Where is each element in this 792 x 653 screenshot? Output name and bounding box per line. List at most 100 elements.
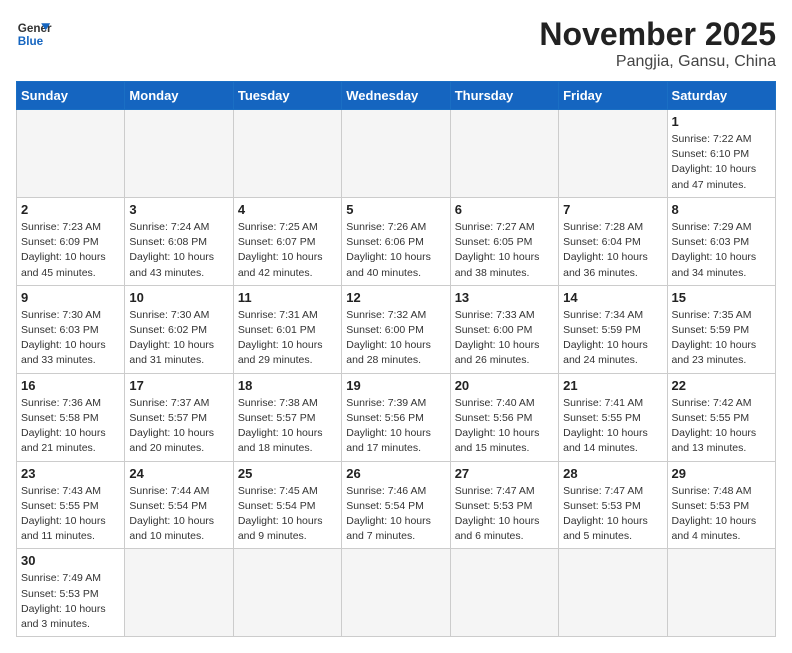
day-info: Sunrise: 7:47 AMSunset: 5:53 PMDaylight:… [563,484,662,545]
table-row: 27Sunrise: 7:47 AMSunset: 5:53 PMDayligh… [450,461,558,549]
day-number: 25 [238,466,337,481]
table-row: 12 Sunrise: 7:32 AMSunset: 6:00 PMDayligh… [342,285,450,373]
table-row: 21 Sunrise: 7:41 AMSunset: 5:55 PMDayligh… [559,373,667,461]
table-row [233,110,341,198]
day-number: 23 [21,466,120,481]
day-info: Sunrise: 7:31 AMSunset: 6:01 PMDaylight:… [238,308,337,369]
day-number: 12 [346,290,445,305]
day-number: 9 [21,290,120,305]
calendar-week-row: 2Sunrise: 7:23 AMSunset: 6:09 PMDaylight… [17,197,776,285]
calendar-week-row: 1 Sunrise: 7:22 AMSunset: 6:10 PMDaylight… [17,110,776,198]
table-row: 20Sunrise: 7:40 AMSunset: 5:56 PMDayligh… [450,373,558,461]
day-info: Sunrise: 7:48 AMSunset: 5:53 PMDaylight:… [672,484,771,545]
table-row [125,110,233,198]
table-row: 30 Sunrise: 7:49 AMSunset: 5:53 PMDayligh… [17,549,125,637]
day-number: 19 [346,378,445,393]
day-info: Sunrise: 7:33 AMSunset: 6:00 PMDaylight:… [455,308,554,369]
header-saturday: Saturday [667,82,775,110]
table-row: 14 Sunrise: 7:34 AMSunset: 5:59 PMDayligh… [559,285,667,373]
table-row: 3 Sunrise: 7:24 AMSunset: 6:08 PMDaylight… [125,197,233,285]
table-row: 25Sunrise: 7:45 AMSunset: 5:54 PMDayligh… [233,461,341,549]
table-row [233,549,341,637]
day-info: Sunrise: 7:43 AMSunset: 5:55 PMDaylight:… [21,484,120,545]
table-row: 10 Sunrise: 7:30 AMSunset: 6:02 PMDayligh… [125,285,233,373]
day-info: Sunrise: 7:44 AMSunset: 5:54 PMDaylight:… [129,484,228,545]
day-info: Sunrise: 7:38 AMSunset: 5:57 PMDaylight:… [238,396,337,457]
day-info: Sunrise: 7:29 AMSunset: 6:03 PMDaylight:… [672,220,771,281]
table-row: 4 Sunrise: 7:25 AMSunset: 6:07 PMDaylight… [233,197,341,285]
day-info: Sunrise: 7:32 AMSunset: 6:00 PMDaylight:… [346,308,445,369]
table-row: 26 Sunrise: 7:46 AMSunset: 5:54 PMDayligh… [342,461,450,549]
day-number: 18 [238,378,337,393]
day-number: 30 [21,553,120,568]
day-number: 6 [455,202,554,217]
page-subtitle: Pangjia, Gansu, China [539,53,776,71]
table-row: 11 Sunrise: 7:31 AMSunset: 6:01 PMDayligh… [233,285,341,373]
table-row: 9 Sunrise: 7:30 AMSunset: 6:03 PMDaylight… [17,285,125,373]
day-number: 3 [129,202,228,217]
day-info: Sunrise: 7:26 AMSunset: 6:06 PMDaylight:… [346,220,445,281]
table-row: 15 Sunrise: 7:35 AMSunset: 5:59 PMDayligh… [667,285,775,373]
weekday-header-row: Sunday Monday Tuesday Wednesday Thursday… [17,82,776,110]
day-info: Sunrise: 7:27 AMSunset: 6:05 PMDaylight:… [455,220,554,281]
calendar-week-row: 30 Sunrise: 7:49 AMSunset: 5:53 PMDayligh… [17,549,776,637]
day-number: 28 [563,466,662,481]
table-row: 16 Sunrise: 7:36 AMSunset: 5:58 PMDayligh… [17,373,125,461]
table-row: 2Sunrise: 7:23 AMSunset: 6:09 PMDaylight… [17,197,125,285]
day-info: Sunrise: 7:24 AMSunset: 6:08 PMDaylight:… [129,220,228,281]
table-row: 13Sunrise: 7:33 AMSunset: 6:00 PMDayligh… [450,285,558,373]
logo-icon: General Blue [16,16,52,52]
header-thursday: Thursday [450,82,558,110]
table-row: 18 Sunrise: 7:38 AMSunset: 5:57 PMDayligh… [233,373,341,461]
table-row: 7Sunrise: 7:28 AMSunset: 6:04 PMDaylight… [559,197,667,285]
table-row [125,549,233,637]
day-info: Sunrise: 7:35 AMSunset: 5:59 PMDaylight:… [672,308,771,369]
table-row [342,110,450,198]
day-number: 14 [563,290,662,305]
day-number: 4 [238,202,337,217]
table-row [450,549,558,637]
day-number: 10 [129,290,228,305]
day-info: Sunrise: 7:30 AMSunset: 6:02 PMDaylight:… [129,308,228,369]
day-number: 11 [238,290,337,305]
header-monday: Monday [125,82,233,110]
day-info: Sunrise: 7:46 AMSunset: 5:54 PMDaylight:… [346,484,445,545]
day-info: Sunrise: 7:36 AMSunset: 5:58 PMDaylight:… [21,396,120,457]
svg-text:Blue: Blue [18,35,44,48]
table-row: 8 Sunrise: 7:29 AMSunset: 6:03 PMDaylight… [667,197,775,285]
calendar-week-row: 9 Sunrise: 7:30 AMSunset: 6:03 PMDaylight… [17,285,776,373]
day-info: Sunrise: 7:41 AMSunset: 5:55 PMDaylight:… [563,396,662,457]
day-number: 26 [346,466,445,481]
day-number: 1 [672,114,771,129]
header-sunday: Sunday [17,82,125,110]
day-info: Sunrise: 7:34 AMSunset: 5:59 PMDaylight:… [563,308,662,369]
day-info: Sunrise: 7:22 AMSunset: 6:10 PMDaylight:… [672,132,771,193]
day-number: 15 [672,290,771,305]
day-info: Sunrise: 7:25 AMSunset: 6:07 PMDaylight:… [238,220,337,281]
day-number: 8 [672,202,771,217]
table-row [17,110,125,198]
day-number: 20 [455,378,554,393]
calendar-week-row: 23 Sunrise: 7:43 AMSunset: 5:55 PMDayligh… [17,461,776,549]
table-row: 1 Sunrise: 7:22 AMSunset: 6:10 PMDaylight… [667,110,775,198]
day-number: 5 [346,202,445,217]
header-friday: Friday [559,82,667,110]
page-title: November 2025 [539,16,776,53]
calendar-week-row: 16 Sunrise: 7:36 AMSunset: 5:58 PMDayligh… [17,373,776,461]
table-row: 6 Sunrise: 7:27 AMSunset: 6:05 PMDaylight… [450,197,558,285]
day-info: Sunrise: 7:49 AMSunset: 5:53 PMDaylight:… [21,571,120,632]
table-row: 19Sunrise: 7:39 AMSunset: 5:56 PMDayligh… [342,373,450,461]
day-info: Sunrise: 7:23 AMSunset: 6:09 PMDaylight:… [21,220,120,281]
header-wednesday: Wednesday [342,82,450,110]
table-row [450,110,558,198]
day-number: 21 [563,378,662,393]
table-row: 29Sunrise: 7:48 AMSunset: 5:53 PMDayligh… [667,461,775,549]
title-block: November 2025 Pangjia, Gansu, China [539,16,776,71]
day-info: Sunrise: 7:42 AMSunset: 5:55 PMDaylight:… [672,396,771,457]
day-number: 16 [21,378,120,393]
day-info: Sunrise: 7:30 AMSunset: 6:03 PMDaylight:… [21,308,120,369]
logo: General Blue [16,16,52,52]
table-row: 28 Sunrise: 7:47 AMSunset: 5:53 PMDayligh… [559,461,667,549]
table-row: 23 Sunrise: 7:43 AMSunset: 5:55 PMDayligh… [17,461,125,549]
table-row [559,549,667,637]
